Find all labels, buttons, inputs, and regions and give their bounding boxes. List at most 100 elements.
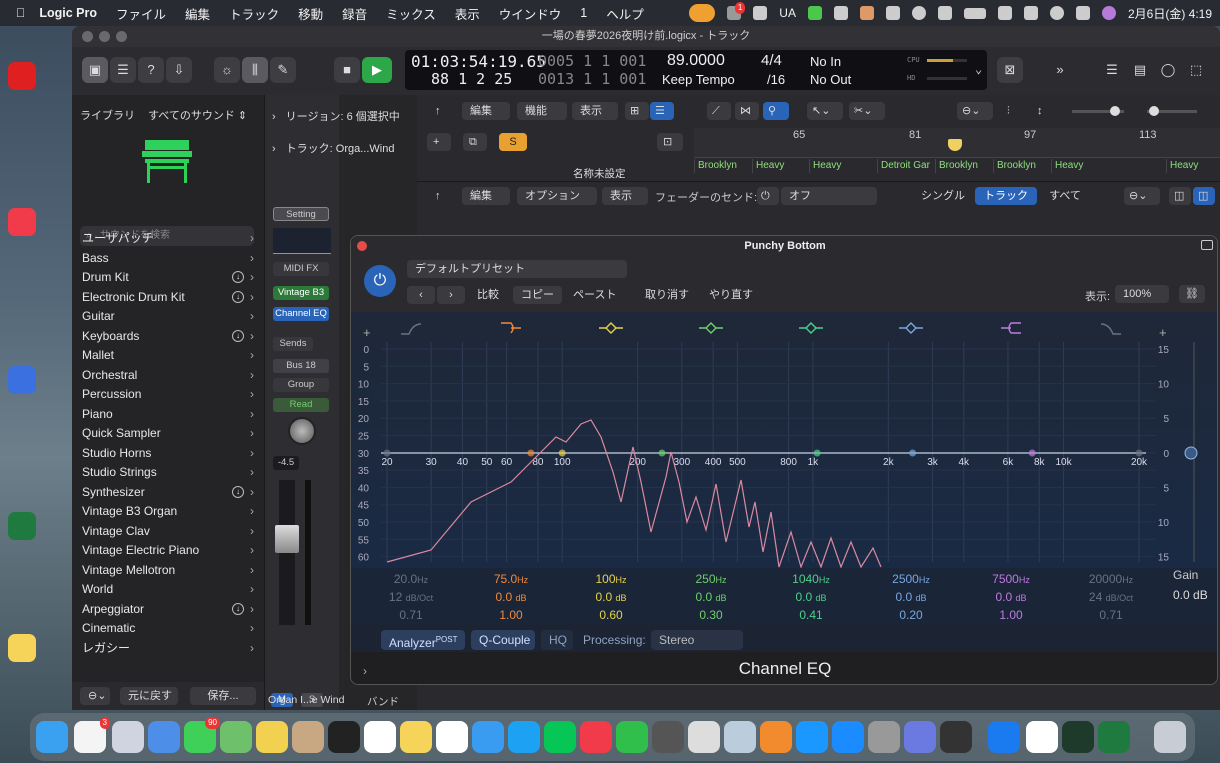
play-circle-icon[interactable] bbox=[911, 6, 926, 20]
note-pad-button[interactable]: ▤ bbox=[1128, 57, 1152, 83]
library-item[interactable]: Vintage B3 Organ › bbox=[82, 502, 260, 521]
bus-send-slot[interactable]: Bus 18 bbox=[273, 359, 329, 373]
hq-button[interactable]: HQ bbox=[541, 630, 573, 650]
notification-icon[interactable]: 1 bbox=[727, 2, 746, 20]
menu-help[interactable]: ヘルプ bbox=[606, 4, 644, 23]
notes-icon[interactable] bbox=[8, 634, 36, 662]
photos-icon[interactable] bbox=[256, 721, 288, 753]
setting-button[interactable]: Setting bbox=[273, 207, 329, 221]
freeform-icon[interactable] bbox=[436, 721, 468, 753]
region[interactable]: Heavy bbox=[1051, 159, 1109, 173]
track-inspector[interactable]: › トラック: Orga...Wind bbox=[272, 140, 394, 156]
paste-button[interactable]: ペースト bbox=[565, 286, 624, 304]
library-item[interactable]: Studio Strings › bbox=[82, 463, 260, 482]
band-gain[interactable]: 0.0 bbox=[595, 590, 612, 604]
library-item[interactable]: Mallet › bbox=[82, 346, 260, 365]
mixer-more-menu[interactable]: ⊖⌄ bbox=[1124, 187, 1160, 205]
band-type-icon[interactable] bbox=[599, 322, 623, 334]
vertical-zoom-button[interactable]: ↕ bbox=[1032, 102, 1058, 120]
menu-app-name[interactable]: Logic Pro bbox=[39, 6, 97, 20]
numbers-icon[interactable] bbox=[616, 721, 648, 753]
fader-send-menu[interactable]: オフ bbox=[781, 187, 877, 205]
messages-icon[interactable]: 90 bbox=[184, 717, 220, 753]
download-button[interactable]: ⇩ bbox=[166, 57, 192, 83]
band-type-icon[interactable] bbox=[501, 322, 521, 334]
region[interactable]: Brooklyn bbox=[993, 159, 1049, 173]
library-item[interactable]: Studio Horns › bbox=[82, 444, 260, 463]
library-item[interactable]: Electronic Drum Kit ↓ › bbox=[82, 288, 260, 307]
band-type-icon[interactable] bbox=[799, 322, 823, 334]
band-freq[interactable]: 2500 bbox=[892, 572, 919, 586]
band-freq[interactable]: 7500 bbox=[992, 572, 1019, 586]
processing-menu[interactable]: Stereo bbox=[651, 630, 743, 650]
finder-icon[interactable] bbox=[36, 721, 68, 753]
add-band-left-icon[interactable]: + bbox=[363, 325, 371, 340]
lcd-display[interactable]: 01:03:54:19.65 0005 1 1 001 89.0000 4/4 … bbox=[405, 50, 987, 90]
band-node[interactable] bbox=[383, 449, 391, 457]
band-q[interactable]: 1.00 bbox=[499, 608, 522, 622]
chevron-down-icon[interactable]: ⌄ bbox=[975, 62, 982, 76]
music-app-icon[interactable] bbox=[8, 208, 36, 236]
band-type-icon[interactable] bbox=[699, 322, 723, 334]
disclosure-chevron-icon[interactable]: › bbox=[363, 664, 367, 678]
youtube-icon[interactable] bbox=[8, 62, 36, 90]
menu-one[interactable]: 1 bbox=[580, 6, 587, 20]
next-preset-button[interactable]: › bbox=[437, 286, 465, 304]
logic-pro-icon[interactable] bbox=[652, 721, 684, 753]
region[interactable]: Heavy bbox=[1166, 159, 1220, 173]
mixer-back-button[interactable]: ↑ bbox=[427, 187, 449, 205]
menu-edit[interactable]: 編集 bbox=[185, 4, 210, 23]
horizontal-zoom-slider[interactable] bbox=[1147, 106, 1197, 116]
flower-icon[interactable] bbox=[885, 6, 900, 20]
snap-menu[interactable]: ⊖⌄ bbox=[957, 102, 993, 120]
library-item[interactable]: Arpeggiator ↓ › bbox=[82, 600, 260, 619]
band-param-column[interactable]: 7500Hz 0.0 dB 1.00 bbox=[971, 568, 1051, 622]
tracks-filter-button[interactable]: トラック bbox=[975, 187, 1037, 205]
library-item[interactable]: Vintage Electric Piano › bbox=[82, 541, 260, 560]
browser-button[interactable]: ⬚ bbox=[1184, 57, 1208, 83]
menu-file[interactable]: ファイル bbox=[116, 4, 166, 23]
colorful-app-icon[interactable] bbox=[859, 6, 874, 20]
band-q[interactable]: 0.60 bbox=[599, 608, 622, 622]
gain-slider-knob[interactable] bbox=[1184, 446, 1198, 460]
band-param-column[interactable]: 75.0Hz 0.0 dB 1.00 bbox=[471, 568, 551, 622]
link-icon[interactable] bbox=[997, 6, 1012, 20]
simulator-icon[interactable] bbox=[904, 721, 936, 753]
band-q[interactable]: 0.41 bbox=[799, 608, 822, 622]
band-gain[interactable]: 12 bbox=[389, 590, 402, 604]
excel-icon[interactable] bbox=[8, 512, 36, 540]
power-button[interactable]: ⏻ bbox=[364, 265, 396, 297]
mixer-edit-menu[interactable]: 編集 bbox=[462, 187, 510, 205]
mixer-layout-button-2[interactable]: ◫ bbox=[1193, 187, 1215, 205]
play-button[interactable]: ▶ bbox=[362, 57, 392, 83]
mixer-layout-button[interactable]: ◫ bbox=[1169, 187, 1191, 205]
band-node[interactable] bbox=[658, 449, 666, 457]
compare-button[interactable]: 比較 bbox=[469, 286, 507, 304]
tracks-view-menu[interactable]: 表示 bbox=[572, 102, 618, 120]
pages-icon[interactable] bbox=[760, 721, 792, 753]
eq-graph[interactable]: 0 5 10 15 20 25 30 35 40 45 50 55 60 15 10 5 0 5 10 15 20 3… bbox=[351, 312, 1217, 569]
instrument-slot[interactable]: Vintage B3 bbox=[273, 286, 329, 300]
activity-monitor-icon[interactable] bbox=[1062, 721, 1094, 753]
download-icon[interactable]: ↓ bbox=[232, 485, 244, 498]
band-gain[interactable]: 0.0 bbox=[795, 590, 812, 604]
menu-track[interactable]: トラック bbox=[229, 4, 279, 23]
secondary-tool-menu[interactable]: ✂⌄ bbox=[849, 102, 885, 120]
band-param-column[interactable]: 1040Hz 0.0 dB 0.41 bbox=[771, 568, 851, 622]
library-item[interactable]: Vintage Clav › bbox=[82, 522, 260, 541]
band-node[interactable] bbox=[558, 449, 566, 457]
band-gain[interactable]: 24 bbox=[1089, 590, 1102, 604]
band-type-icon[interactable] bbox=[401, 323, 422, 335]
band-node[interactable] bbox=[813, 449, 821, 457]
band-freq[interactable]: 100 bbox=[595, 572, 615, 586]
grid-view-button[interactable]: ⊞ bbox=[625, 102, 649, 120]
calendar-icon[interactable] bbox=[364, 721, 396, 753]
band-gain[interactable]: 0.0 bbox=[495, 590, 512, 604]
copy-button[interactable]: コピー bbox=[513, 286, 562, 304]
download-icon[interactable]: ↓ bbox=[232, 271, 244, 283]
prime-video-icon[interactable] bbox=[796, 721, 828, 753]
automation-button[interactable]: ⟋ bbox=[707, 102, 731, 120]
shield-icon[interactable] bbox=[833, 6, 848, 20]
band-q[interactable]: 0.20 bbox=[899, 608, 922, 622]
band-node[interactable] bbox=[1028, 449, 1036, 457]
